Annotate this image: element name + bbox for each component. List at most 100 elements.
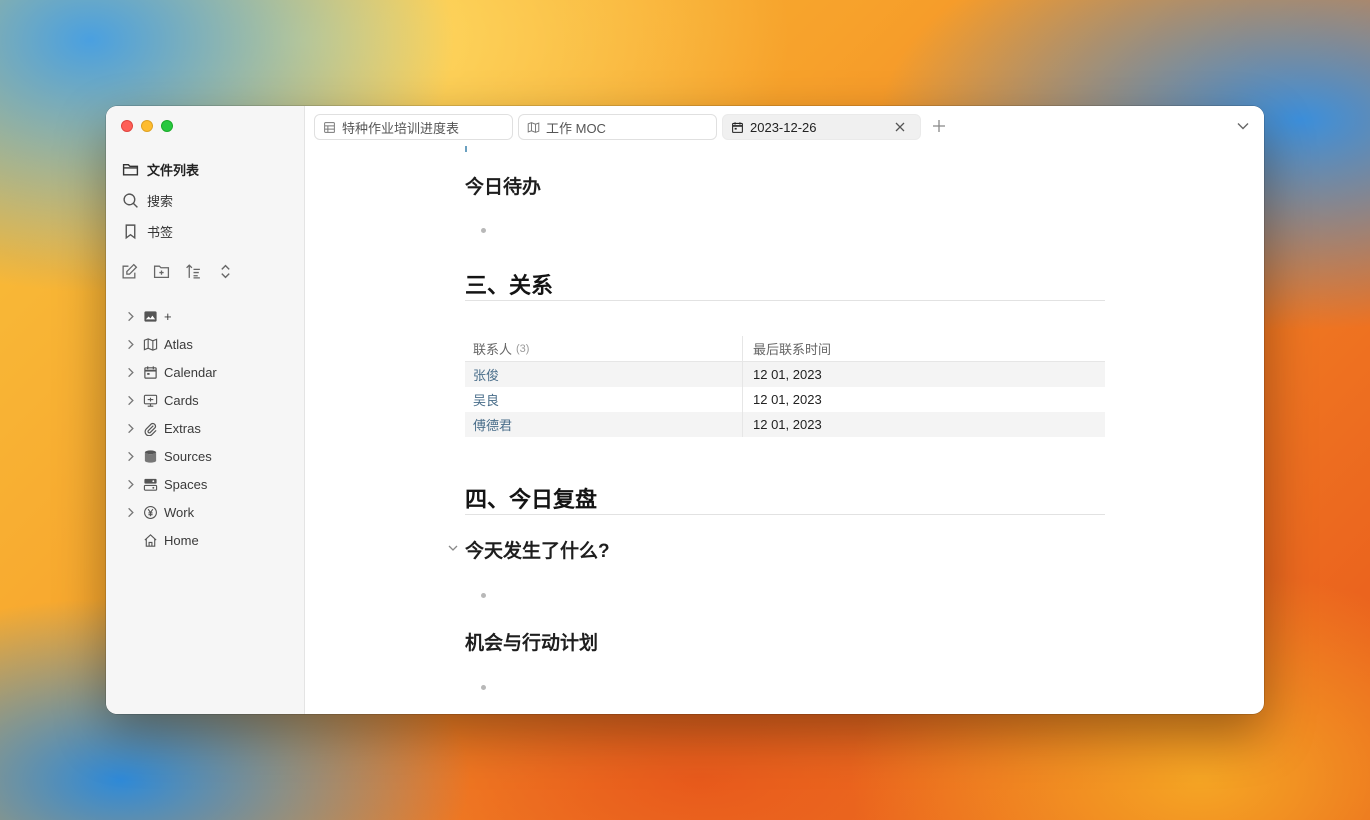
chevron-right-icon[interactable] — [122, 308, 138, 324]
close-icon[interactable] — [894, 121, 906, 133]
window-controls — [121, 120, 173, 132]
nav-search[interactable]: 搜索 — [120, 185, 292, 216]
text-cursor — [465, 146, 467, 152]
heading-rule — [465, 300, 1105, 301]
contacts-table: 联系人 (3) 最后联系时间 张俊 12 01, 2023 吴良 12 01, … — [465, 336, 1105, 437]
map-icon — [142, 336, 158, 352]
folder-icon — [122, 164, 139, 176]
image-icon — [142, 308, 158, 324]
editor[interactable]: 今日待办 三、关系 联系人 (3) 最后联系时间 张俊 12 01, 2023 — [306, 146, 1264, 714]
collapse-icon — [220, 264, 230, 278]
sidebar: 文件列表 搜索 书签 + Atlas Calendar Cards Extras… — [106, 106, 305, 714]
folder-attachments[interactable]: + — [122, 302, 298, 330]
sort-button[interactable] — [184, 262, 202, 280]
tab-label: 2023-12-26 — [750, 119, 817, 135]
sidebar-nav: 文件列表 搜索 书签 — [120, 154, 292, 247]
table-row: 张俊 12 01, 2023 — [465, 362, 1105, 387]
last-contact-date: 12 01, 2023 — [753, 367, 822, 382]
nav-bookmarks[interactable]: 书签 — [120, 216, 292, 247]
folder-label: Atlas — [164, 336, 193, 352]
contact-link[interactable]: 傅德君 — [473, 415, 512, 434]
calendar-icon — [142, 364, 158, 380]
folder-work[interactable]: Work — [122, 498, 298, 526]
add-tab-icon[interactable] — [930, 117, 948, 135]
row-count: (3) — [516, 342, 530, 355]
list-bullet[interactable] — [481, 685, 486, 690]
home-icon — [142, 532, 158, 548]
heading-what-happened: 今天发生了什么? — [465, 541, 610, 562]
chevron-right-icon[interactable] — [122, 392, 138, 408]
new-note-icon — [121, 263, 137, 279]
calendar-icon — [732, 121, 743, 133]
tab-training-progress[interactable]: 特种作业培训进度表 — [314, 114, 513, 140]
tab-label: 特种作业培训进度表 — [342, 120, 460, 136]
minimize-window-button[interactable] — [141, 120, 153, 132]
chevron-down-icon[interactable] — [1236, 120, 1250, 132]
chevron-right-icon[interactable] — [122, 504, 138, 520]
paperclip-icon — [142, 420, 158, 436]
contact-link[interactable]: 张俊 — [473, 365, 499, 384]
new-folder-icon — [153, 265, 169, 278]
heading-review: 四、今日复盘 — [465, 487, 598, 512]
chevron-down-icon[interactable] — [447, 542, 459, 554]
folder-label: Cards — [164, 392, 199, 408]
sort-icon — [185, 263, 200, 279]
bookmark-icon — [125, 224, 136, 240]
tab-work-moc[interactable]: 工作 MOC — [518, 114, 717, 140]
folder-label: Calendar — [164, 364, 217, 380]
folder-label: Sources — [164, 448, 212, 464]
folder-spaces[interactable]: Spaces — [122, 470, 298, 498]
search-icon — [123, 193, 138, 208]
heading-rule — [465, 514, 1105, 515]
tab-bar: 特种作业培训进度表 工作 MOC 2023-12-26 — [306, 106, 1264, 146]
column-header-contact[interactable]: 联系人 (3) — [465, 336, 743, 361]
database-icon — [142, 448, 158, 464]
contact-link[interactable]: 吴良 — [473, 390, 499, 409]
new-note-button[interactable] — [120, 262, 138, 280]
folder-sources[interactable]: Sources — [122, 442, 298, 470]
chevron-right-icon[interactable] — [122, 476, 138, 492]
chevron-right-icon[interactable] — [122, 448, 138, 464]
heading-relations: 三、关系 — [465, 273, 554, 298]
file-tree: + Atlas Calendar Cards Extras Sources Sp… — [122, 302, 298, 554]
chevron-right-icon[interactable] — [122, 364, 138, 380]
nav-bookmarks-label: 书签 — [147, 225, 174, 240]
last-contact-date: 12 01, 2023 — [753, 392, 822, 407]
tab-daily-note[interactable]: 2023-12-26 — [722, 114, 921, 140]
app-window: 文件列表 搜索 书签 + Atlas Calendar Cards Extras… — [106, 106, 1264, 714]
table-row: 傅德君 12 01, 2023 — [465, 412, 1105, 437]
collapse-all-button[interactable] — [216, 262, 234, 280]
nav-search-label: 搜索 — [147, 194, 174, 209]
chevron-right-icon[interactable] — [122, 336, 138, 352]
header-label: 联系人 — [473, 342, 513, 357]
list-bullet[interactable] — [481, 228, 486, 233]
spaces-icon — [142, 476, 158, 492]
nav-file-list[interactable]: 文件列表 — [120, 154, 292, 185]
close-window-button[interactable] — [121, 120, 133, 132]
folder-extras[interactable]: Extras — [122, 414, 298, 442]
file-home[interactable]: Home — [122, 526, 298, 554]
heading-todo: 今日待办 — [465, 177, 542, 198]
zoom-window-button[interactable] — [161, 120, 173, 132]
list-bullet[interactable] — [481, 593, 486, 598]
chevron-right-icon[interactable] — [122, 420, 138, 436]
folder-label: + — [164, 308, 172, 324]
folder-cards[interactable]: Cards — [122, 386, 298, 414]
folder-label: Extras — [164, 420, 201, 436]
new-folder-button[interactable] — [152, 262, 170, 280]
file-label: Home — [164, 532, 199, 548]
table-icon — [324, 121, 335, 133]
yen-icon — [142, 504, 158, 520]
table-row: 吴良 12 01, 2023 — [465, 387, 1105, 412]
folder-calendar[interactable]: Calendar — [122, 358, 298, 386]
last-contact-date: 12 01, 2023 — [753, 417, 822, 432]
nav-file-list-label: 文件列表 — [147, 163, 200, 178]
heading-action-plan: 机会与行动计划 — [465, 633, 599, 654]
folder-label: Spaces — [164, 476, 208, 492]
table-header-row: 联系人 (3) 最后联系时间 — [465, 336, 1105, 362]
file-actions — [120, 262, 234, 280]
map-icon — [527, 121, 540, 133]
folder-label: Work — [164, 504, 195, 520]
column-header-last-contact[interactable]: 最后联系时间 — [743, 336, 1105, 361]
folder-atlas[interactable]: Atlas — [122, 330, 298, 358]
